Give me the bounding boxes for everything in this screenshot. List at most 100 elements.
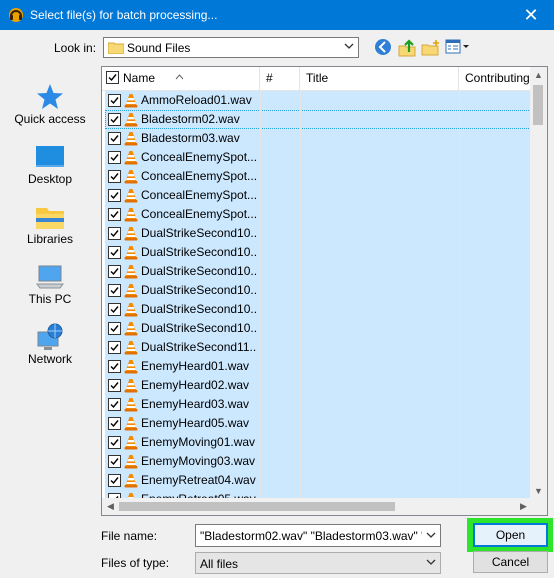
file-checkbox[interactable] [108, 265, 121, 278]
file-checkbox[interactable] [108, 341, 121, 354]
place-libraries[interactable]: Libraries [12, 196, 88, 256]
file-row[interactable]: DualStrikeSecond10... [102, 281, 532, 300]
title-bar: Select file(s) for batch processing... ✕ [0, 0, 554, 30]
file-name-label: File name: [101, 529, 158, 543]
horizontal-scroll-thumb[interactable] [119, 502, 395, 511]
column-contributing[interactable]: Contributing [459, 67, 539, 90]
file-checkbox[interactable] [108, 113, 121, 126]
back-icon[interactable] [374, 38, 394, 58]
column-title[interactable]: Title [300, 67, 459, 90]
file-checkbox[interactable] [108, 360, 121, 373]
file-name: DualStrikeSecond10... [141, 283, 257, 297]
vlc-file-icon [124, 359, 138, 374]
file-checkbox[interactable] [108, 189, 121, 202]
chevron-down-icon[interactable] [426, 556, 436, 568]
look-in-label: Look in: [54, 41, 97, 55]
file-row[interactable]: ConcealEnemySpot... [102, 186, 532, 205]
file-checkbox[interactable] [108, 208, 121, 221]
file-checkbox[interactable] [108, 170, 121, 183]
file-row[interactable]: EnemyRetreat04.wav [102, 471, 532, 490]
column-number[interactable]: # [260, 67, 300, 90]
sort-caret-icon [175, 67, 184, 80]
file-row[interactable]: EnemyMoving03.wav [102, 452, 532, 471]
file-checkbox[interactable] [108, 151, 121, 164]
file-row[interactable]: EnemyHeard03.wav [102, 395, 532, 414]
horizontal-scrollbar[interactable]: ◀ ▶ [102, 498, 532, 515]
column-label: Contributing [465, 71, 530, 85]
file-row[interactable]: DualStrikeSecond10... [102, 300, 532, 319]
vlc-file-icon [124, 245, 138, 260]
file-name-input[interactable]: "Bladestorm02.wav" "Bladestorm03.wav" "C… [195, 524, 441, 547]
look-in-value: Sound Files [127, 41, 191, 55]
vertical-scrollbar[interactable]: ▲ ▼ [530, 67, 547, 500]
libraries-icon [35, 202, 65, 232]
file-checkbox[interactable] [108, 132, 121, 145]
file-checkbox[interactable] [108, 303, 121, 316]
file-row[interactable]: AmmoReload01.wav [102, 91, 532, 110]
file-row[interactable]: ConcealEnemySpot... [102, 148, 532, 167]
select-all-checkbox[interactable] [106, 71, 119, 84]
cancel-button[interactable]: Cancel [473, 551, 548, 573]
scroll-up-icon[interactable]: ▲ [530, 67, 547, 84]
file-row[interactable]: DualStrikeSecond10... [102, 243, 532, 262]
up-folder-icon[interactable] [397, 38, 417, 58]
file-name: DualStrikeSecond11... [141, 340, 257, 354]
scroll-left-icon[interactable]: ◀ [102, 498, 119, 515]
app-icon [8, 7, 24, 23]
vlc-file-icon [124, 302, 138, 317]
file-row[interactable]: EnemyMoving01.wav [102, 433, 532, 452]
close-icon[interactable]: ✕ [508, 0, 554, 30]
file-row[interactable]: ConcealEnemySpot... [102, 167, 532, 186]
file-checkbox[interactable] [108, 455, 121, 468]
place-quick-access[interactable]: Quick access [12, 76, 88, 136]
file-row[interactable]: DualStrikeSecond11... [102, 338, 532, 357]
network-icon [35, 322, 65, 352]
file-checkbox[interactable] [108, 398, 121, 411]
file-row[interactable]: EnemyHeard02.wav [102, 376, 532, 395]
file-checkbox[interactable] [108, 246, 121, 259]
file-row[interactable]: EnemyHeard01.wav [102, 357, 532, 376]
file-list[interactable]: Name # Title Contributing AmmoReload01.w… [101, 66, 548, 516]
place-network[interactable]: Network [12, 316, 88, 376]
column-divider [459, 91, 460, 501]
file-checkbox[interactable] [108, 227, 121, 240]
file-checkbox[interactable] [108, 417, 121, 430]
file-checkbox[interactable] [108, 284, 121, 297]
file-row[interactable]: ConcealEnemySpot... [102, 205, 532, 224]
file-row[interactable]: DualStrikeSecond10... [102, 319, 532, 338]
column-divider [300, 91, 301, 501]
chevron-down-icon[interactable] [344, 40, 354, 52]
file-row[interactable]: Bladestorm03.wav [102, 129, 532, 148]
place-desktop[interactable]: Desktop [12, 136, 88, 196]
vlc-file-icon [124, 226, 138, 241]
place-label: This PC [28, 292, 72, 306]
vlc-file-icon [124, 416, 138, 431]
file-row[interactable]: EnemyHeard05.wav [102, 414, 532, 433]
file-row[interactable]: DualStrikeSecond10... [102, 262, 532, 281]
file-checkbox[interactable] [108, 436, 121, 449]
vertical-scroll-thumb[interactable] [533, 85, 543, 125]
file-type-select[interactable]: All files [195, 552, 441, 574]
file-name: EnemyMoving01.wav [141, 435, 256, 449]
file-name-value: "Bladestorm02.wav" "Bladestorm03.wav" "C… [200, 529, 422, 543]
vlc-file-icon [124, 264, 138, 279]
view-menu-icon[interactable] [445, 38, 471, 58]
file-row[interactable]: DualStrikeSecond10... [102, 224, 532, 243]
file-row[interactable]: Bladestorm02.wav [102, 110, 532, 129]
file-checkbox[interactable] [108, 322, 121, 335]
file-name: DualStrikeSecond10... [141, 226, 257, 240]
place-label: Quick access [14, 112, 86, 126]
desktop-icon [35, 142, 65, 172]
look-in-combo[interactable]: Sound Files [103, 37, 359, 58]
open-button[interactable]: Open [473, 523, 548, 547]
file-checkbox[interactable] [108, 379, 121, 392]
place-this-pc[interactable]: This PC [12, 256, 88, 316]
file-type-label: Files of type: [101, 556, 170, 570]
chevron-down-icon[interactable] [426, 529, 436, 541]
new-folder-icon[interactable] [421, 38, 441, 58]
column-name[interactable]: Name [102, 67, 260, 90]
file-checkbox[interactable] [108, 94, 121, 107]
vlc-file-icon [124, 435, 138, 450]
file-checkbox[interactable] [108, 474, 121, 487]
vlc-file-icon [124, 397, 138, 412]
